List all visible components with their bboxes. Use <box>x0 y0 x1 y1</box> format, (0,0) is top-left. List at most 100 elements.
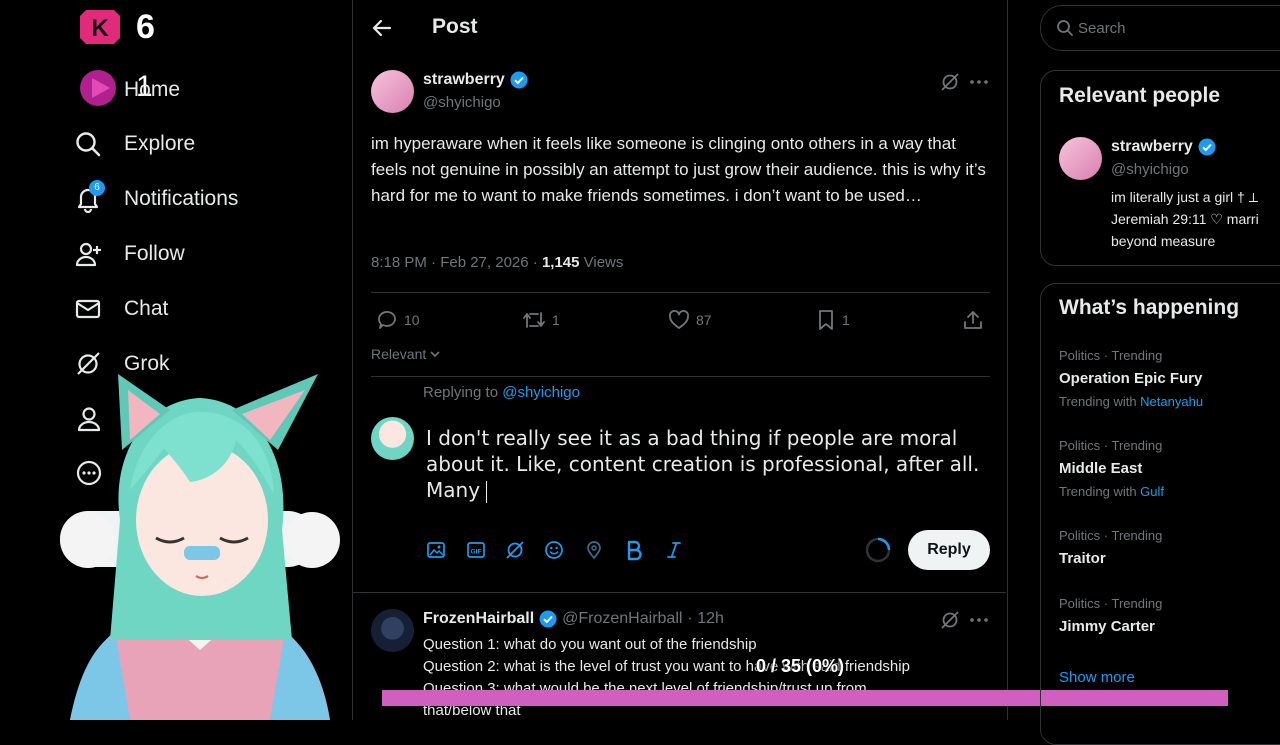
nav-notifications-label: Notifications <box>124 187 239 210</box>
more-horizontal-icon <box>970 80 988 84</box>
gif-icon: GIF <box>467 542 485 558</box>
reply-author-handle[interactable]: @FrozenHairball <box>562 610 682 628</box>
search-icon <box>1057 20 1073 36</box>
post-meta: 8:18 PM · Feb 27, 2026 · 1,145 Views <box>371 254 623 271</box>
nav-follow[interactable]: Follow <box>74 234 185 274</box>
reply-line: Question 2: what is the level of trust y… <box>423 658 910 675</box>
like-action[interactable]: 87 <box>668 309 712 331</box>
replying-to: Replying to @shyichigo <box>423 384 580 401</box>
replying-to-handle[interactable]: @shyichigo <box>502 384 580 401</box>
divider <box>371 376 990 377</box>
emoji-icon <box>545 541 563 559</box>
nav-explore[interactable]: Explore <box>74 124 195 164</box>
progress-ring-icon <box>865 537 891 563</box>
share-icon <box>964 311 982 329</box>
bookmark-count: 1 <box>842 312 850 328</box>
nav-explore-label: Explore <box>124 132 196 155</box>
location-button[interactable] <box>584 540 604 560</box>
nav-chat[interactable]: Chat <box>74 289 168 329</box>
gif-button[interactable]: GIF <box>466 540 486 560</box>
reply-author-name[interactable]: FrozenHairball <box>423 610 534 628</box>
reply-more-button[interactable] <box>968 610 990 630</box>
post-time[interactable]: 8:18 PM · Feb 27, 2026 · <box>371 254 542 271</box>
nav-home-label: Home <box>124 78 181 101</box>
reply-input[interactable]: I don't really see it as a bad thing if … <box>426 425 986 503</box>
author-name[interactable]: strawberry <box>423 71 505 89</box>
verified-badge-icon <box>510 71 528 89</box>
trend-category: Politics · Trending <box>1059 596 1163 611</box>
composer-avatar[interactable] <box>371 417 414 460</box>
trend-with-link[interactable]: Netanyahu <box>1140 394 1203 409</box>
back-button[interactable] <box>370 16 394 40</box>
trend-name: Middle East <box>1059 460 1143 477</box>
post-more-button[interactable] <box>968 72 990 92</box>
text-cursor <box>486 480 488 503</box>
replying-to-prefix: Replying to <box>423 384 503 401</box>
emoji-button[interactable] <box>544 540 564 560</box>
like-count: 87 <box>696 312 712 328</box>
grok-icon <box>941 73 959 91</box>
stream-progress-label: 0 / 35 (0%) <box>756 656 845 676</box>
show-more-link[interactable]: Show more <box>1059 669 1135 686</box>
relevant-avatar[interactable] <box>1059 137 1102 180</box>
search-placeholder: Search <box>1078 19 1126 37</box>
bold-button[interactable] <box>624 539 644 561</box>
nav-follow-label: Follow <box>124 242 185 265</box>
relevant-people-title: Relevant people <box>1059 84 1221 107</box>
trend-name: Operation Epic Fury <box>1059 370 1203 387</box>
home-icon <box>74 76 102 104</box>
reply-count: 10 <box>404 312 420 328</box>
add-person-icon <box>74 240 102 268</box>
comment-icon <box>378 311 396 329</box>
views-label: Views <box>579 254 624 271</box>
grok-compose-button[interactable] <box>505 540 525 560</box>
search-icon <box>74 130 102 158</box>
reply-avatar[interactable] <box>371 609 414 652</box>
image-icon <box>427 542 445 558</box>
repost-action[interactable]: 1 <box>522 309 560 331</box>
trend-category: Politics · Trending <box>1059 528 1163 543</box>
trend-category: Politics · Trending <box>1059 348 1163 363</box>
trend-name: Traitor <box>1059 550 1106 567</box>
repost-icon <box>523 312 545 328</box>
svg-text:K: K <box>91 15 109 42</box>
reply-action[interactable]: 10 <box>376 309 420 331</box>
grok-icon <box>506 541 524 559</box>
trend-with-link[interactable]: Gulf <box>1140 484 1164 499</box>
share-action[interactable] <box>962 309 984 331</box>
sort-label: Relevant <box>371 346 427 362</box>
chevron-down-icon <box>430 351 440 358</box>
reply-grok-action[interactable] <box>940 610 960 630</box>
reply-draft-text: I don't really see it as a bad thing if … <box>426 426 980 502</box>
trend-with: Trending with Gulf <box>1059 484 1164 499</box>
divider <box>371 292 990 293</box>
relevant-name[interactable]: strawberry <box>1111 138 1193 156</box>
author-handle[interactable]: @shyichigo <box>423 94 501 111</box>
bookmark-icon <box>819 310 833 330</box>
italic-icon <box>667 542 681 558</box>
trend-name: Jimmy Carter <box>1059 618 1155 635</box>
search-box[interactable]: Search <box>1040 5 1280 51</box>
bookmark-action[interactable]: 1 <box>816 309 850 331</box>
relevant-handle[interactable]: @shyichigo <box>1111 161 1189 178</box>
bio-line: beyond measure <box>1111 233 1216 249</box>
avatar[interactable] <box>371 70 414 113</box>
italic-button[interactable] <box>664 540 684 560</box>
svg-text:GIF: GIF <box>471 549 482 556</box>
location-pin-icon <box>587 541 601 560</box>
grok-icon <box>941 611 959 629</box>
trend-with-label: Trending with <box>1059 394 1141 409</box>
nav-home[interactable]: Home <box>74 70 180 110</box>
grok-action[interactable] <box>940 72 960 92</box>
trend-with: Trending with Netanyahu <box>1059 394 1203 409</box>
bio-line: Jeremiah 29:11 ♡ marri <box>1111 211 1259 227</box>
bold-icon <box>627 540 642 561</box>
arrow-left-icon <box>372 19 392 37</box>
page-title: Post <box>432 15 478 38</box>
reply-button[interactable]: Reply <box>908 530 990 570</box>
trend-with-label: Trending with <box>1059 484 1141 499</box>
reply-time[interactable]: · 12h <box>687 610 723 628</box>
sort-dropdown[interactable]: Relevant <box>371 346 441 362</box>
media-button[interactable] <box>426 540 446 560</box>
stream-counter-k: 6 <box>136 8 155 46</box>
